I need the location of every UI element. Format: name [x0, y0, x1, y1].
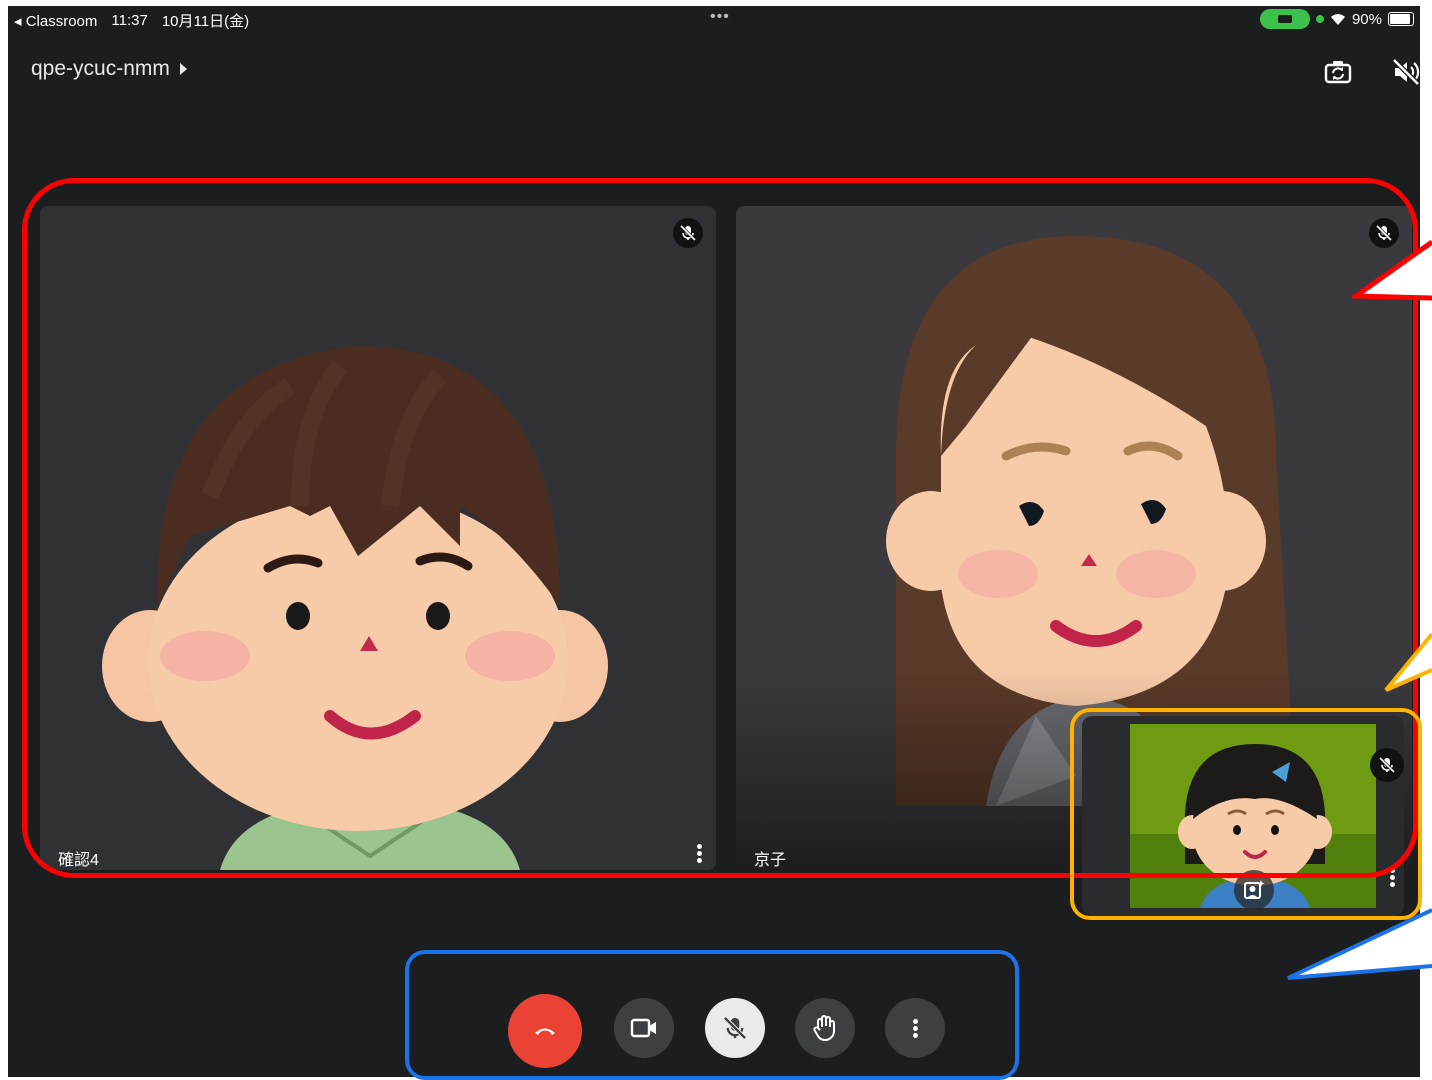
wifi-icon [1330, 13, 1345, 25]
back-app-label: Classroom [25, 12, 98, 30]
status-time: 11:37 [111, 12, 148, 29]
multitask-dots[interactable]: ••• [710, 8, 730, 26]
camera-in-use-indicator [1259, 9, 1310, 29]
switch-camera-icon[interactable] [1322, 56, 1354, 88]
meeting-code-button[interactable]: qpe-ycuc-nmm [31, 57, 187, 81]
back-to-app-link[interactable]: ◂ Classroom [14, 12, 97, 30]
battery-icon [1388, 12, 1414, 26]
controls-highlight [405, 950, 1019, 1080]
battery-percent: 90% [1351, 10, 1382, 28]
speaker-off-icon[interactable] [1390, 56, 1420, 88]
meeting-header: qpe-ycuc-nmm [8, 46, 1420, 106]
status-date: 10月11日(金) [161, 13, 250, 30]
privacy-dot [1315, 15, 1324, 23]
status-bar: ◂ Classroom 11:37 10月11日(金) ••• 90% [8, 6, 1420, 32]
self-view-callout-pointer [1384, 632, 1432, 692]
participants-callout-pointer [1352, 240, 1432, 301]
meeting-code: qpe-ycuc-nmm [31, 57, 170, 80]
controls-callout-pointer [1287, 908, 1432, 980]
chevron-right-icon [179, 63, 187, 75]
self-view-highlight [1070, 708, 1422, 920]
